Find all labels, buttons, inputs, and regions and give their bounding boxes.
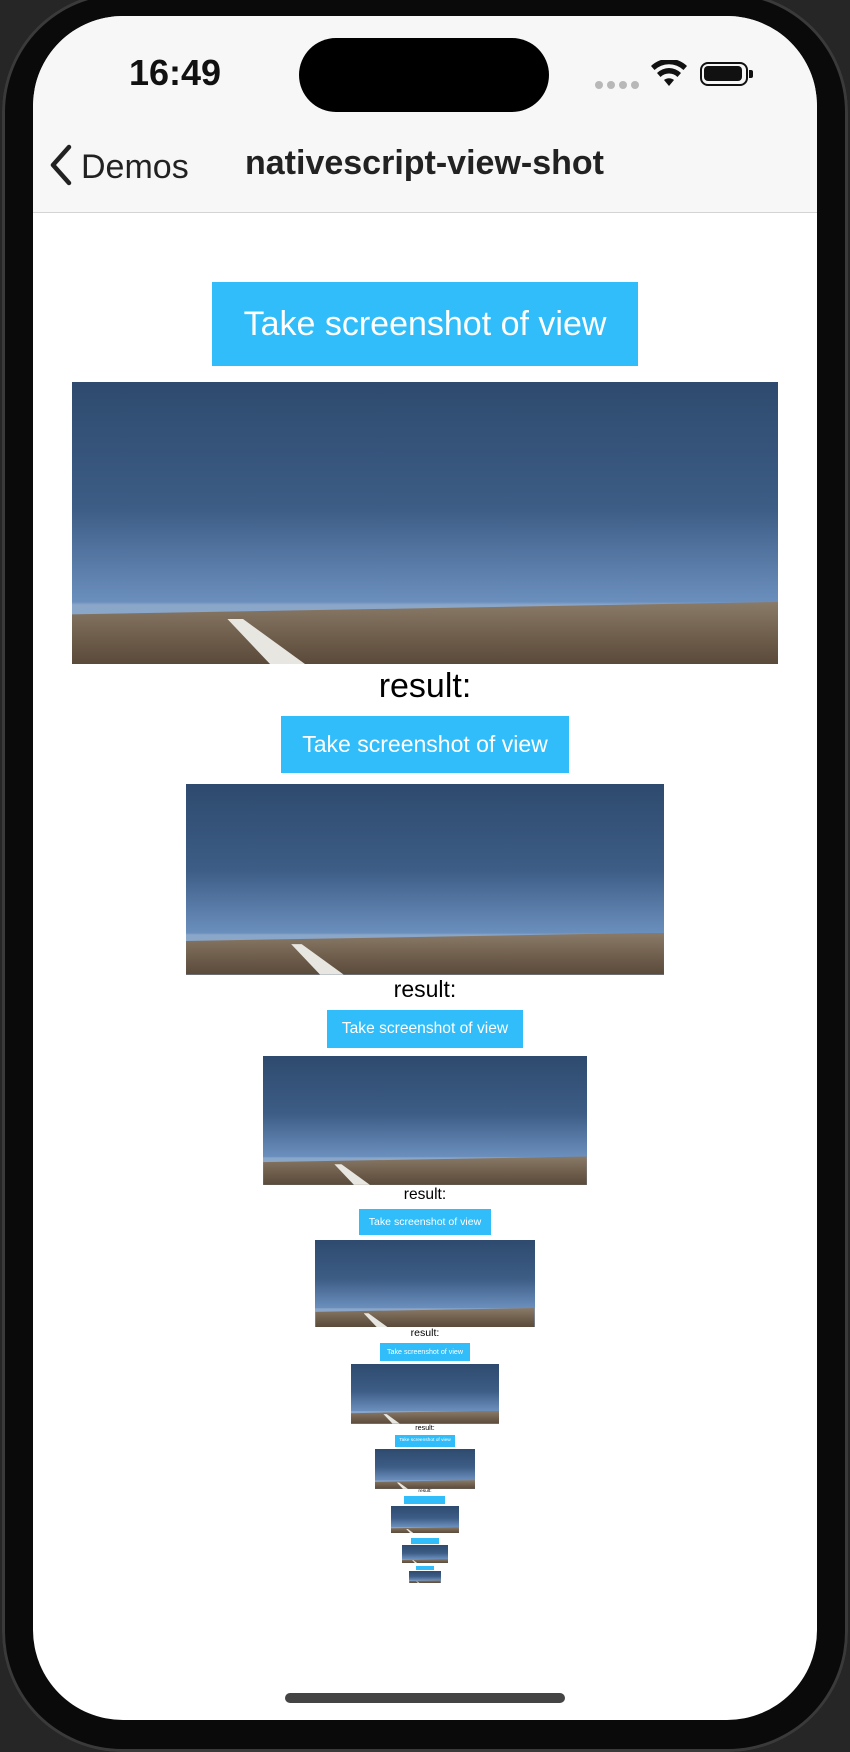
landscape-image: [72, 382, 778, 664]
back-label: Demos: [81, 147, 189, 186]
status-bar: 16:49: [33, 16, 817, 146]
battery-icon: [700, 62, 753, 86]
nested-screenshot-button: [411, 1538, 439, 1544]
nested-result-label: result:: [410, 1327, 440, 1340]
nested-screenshot-button: Take screenshot of view: [327, 1009, 523, 1049]
nested-landscape-image: [263, 1055, 587, 1185]
back-button[interactable]: Demos: [45, 142, 189, 192]
nested-screenshot-button: [415, 1566, 435, 1571]
status-time: 16:49: [129, 52, 222, 93]
nested-result-label: result:: [403, 1185, 447, 1203]
nested-landscape-image: [350, 1364, 500, 1424]
navigation-bar: 16:49 Demos nativescript-view-shot: [33, 16, 817, 213]
chevron-left-icon: [45, 143, 75, 192]
nested-landscape-image: [401, 1544, 448, 1563]
dynamic-island: [299, 38, 549, 112]
nested-screenshot-button: [404, 1496, 446, 1505]
nested-result-label: result:: [393, 975, 457, 1002]
nested-landscape-image: [391, 1505, 459, 1534]
page-title: nativescript-view-shot: [245, 144, 604, 182]
signal-icon: [595, 76, 643, 94]
result-label: result:: [378, 667, 472, 705]
nested-landscape-image: [315, 1239, 535, 1328]
phone-screen: 16:49 Demos nativescript-view-shot Take …: [33, 16, 817, 1720]
nested-landscape-image: [186, 783, 664, 975]
nested-landscape-image: [409, 1570, 441, 1584]
nested-result-label: result:: [418, 1488, 432, 1494]
nested-screenshot-button: Take screenshot of view: [380, 1343, 470, 1362]
nested-landscape-image: [374, 1448, 476, 1489]
take-screenshot-button[interactable]: Take screenshot of view: [212, 282, 638, 366]
nested-screenshot-button: Take screenshot of view: [394, 1434, 456, 1447]
nested-screenshot-button: Take screenshot of view: [280, 716, 570, 773]
nested-screenshot-button: Take screenshot of view: [358, 1208, 492, 1235]
wifi-icon: [651, 58, 687, 93]
home-indicator[interactable]: [285, 1693, 565, 1703]
nested-result-label: result:: [415, 1423, 435, 1432]
